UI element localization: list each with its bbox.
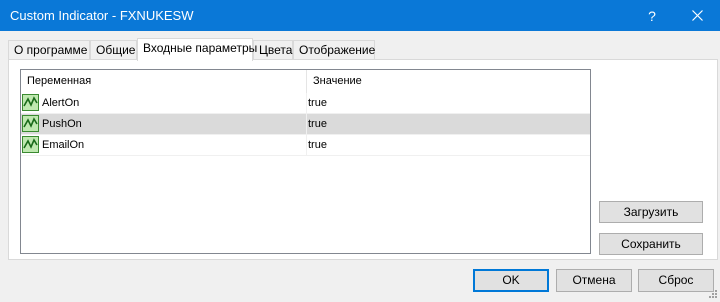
- table-header: Переменная Значение: [21, 70, 590, 93]
- close-button[interactable]: [674, 0, 720, 31]
- tab-panel: Переменная Значение AlertOn true PushOn …: [8, 59, 718, 260]
- tab-common[interactable]: Общие: [90, 40, 137, 60]
- window-title: Custom Indicator - FXNUKESW: [10, 8, 194, 23]
- param-name: EmailOn: [42, 139, 85, 151]
- help-label: ?: [648, 8, 656, 24]
- ok-button[interactable]: OK: [473, 269, 549, 292]
- tab-colors-label: Цвета: [259, 43, 293, 57]
- tab-common-label: Общие: [96, 43, 136, 57]
- tab-display[interactable]: Отображение: [293, 40, 375, 60]
- param-value[interactable]: true: [308, 114, 588, 134]
- column-header-variable[interactable]: Переменная: [21, 70, 306, 93]
- save-button-label: Сохранить: [621, 237, 681, 251]
- title-bar: Custom Indicator - FXNUKESW ?: [0, 0, 720, 31]
- tab-inputs-label: Входные параметры: [143, 41, 258, 55]
- param-name: PushOn: [42, 118, 82, 130]
- column-line: [306, 93, 307, 156]
- parameter-icon: [22, 94, 39, 111]
- load-button[interactable]: Загрузить: [599, 201, 703, 223]
- parameter-icon: [22, 115, 39, 132]
- cancel-button[interactable]: Отмена: [556, 269, 632, 292]
- param-value[interactable]: true: [308, 135, 588, 155]
- save-button[interactable]: Сохранить: [599, 233, 703, 255]
- help-button[interactable]: ?: [632, 5, 672, 27]
- tab-colors[interactable]: Цвета: [253, 40, 293, 60]
- tab-display-label: Отображение: [299, 43, 376, 57]
- column-header-value[interactable]: Значение: [307, 70, 590, 93]
- load-button-label: Загрузить: [623, 205, 679, 219]
- parameter-icon: [22, 136, 39, 153]
- close-icon: [691, 10, 703, 21]
- reset-button[interactable]: Сброс: [638, 269, 714, 292]
- resize-grip-icon[interactable]: [706, 289, 718, 301]
- tab-about-label: О программе: [14, 43, 88, 57]
- param-name: AlertOn: [42, 97, 80, 109]
- cancel-button-label: Отмена: [572, 273, 616, 287]
- tab-inputs[interactable]: Входные параметры: [137, 38, 257, 61]
- reset-button-label: Сброс: [658, 273, 694, 287]
- param-value[interactable]: true: [308, 93, 588, 113]
- params-table[interactable]: Переменная Значение AlertOn true PushOn …: [20, 69, 591, 254]
- ok-button-label: OK: [502, 273, 520, 287]
- tab-about[interactable]: О программе: [8, 40, 90, 60]
